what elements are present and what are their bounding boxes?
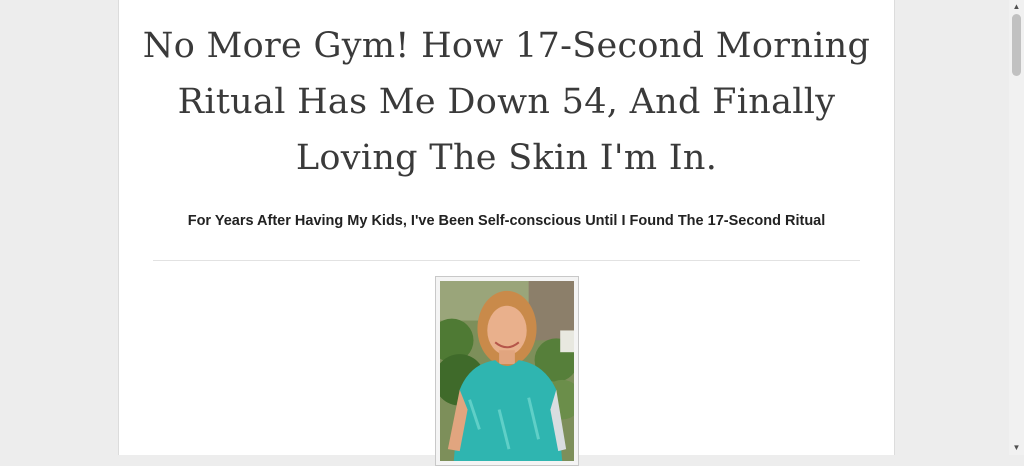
article-photo-frame [435, 276, 579, 466]
page-scrollbar[interactable]: ▲ ▼ [1009, 0, 1024, 455]
article-headline: No More Gym! How 17-Second Morning Ritua… [142, 26, 871, 178]
article-photo [440, 281, 574, 461]
article-subheadline: For Years After Having My Kids, I've Bee… [187, 213, 826, 229]
divider [153, 260, 860, 261]
scroll-up-icon[interactable]: ▲ [1009, 0, 1024, 14]
scroll-down-icon[interactable]: ▼ [1009, 441, 1024, 455]
article-container: No More Gym! How 17-Second Morning Ritua… [118, 0, 895, 466]
scroll-thumb[interactable] [1012, 14, 1021, 76]
